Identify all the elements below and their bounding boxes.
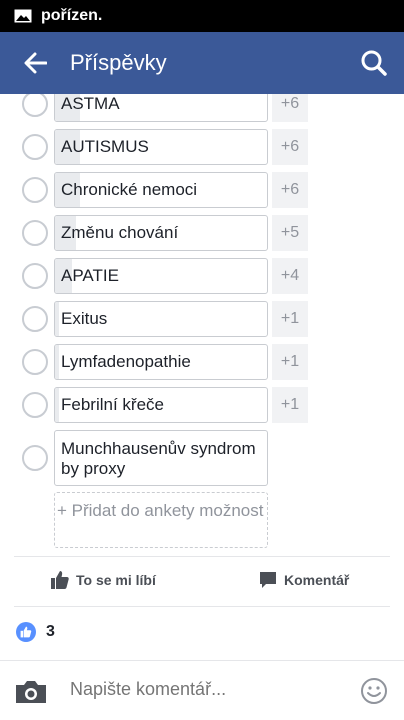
search-icon: [361, 50, 387, 76]
poll-option-vote-count[interactable]: +1: [272, 344, 308, 380]
poll-option-label: Změnu chování: [61, 223, 179, 242]
poll-option-vote-count[interactable]: +5: [272, 215, 308, 251]
poll-option-bar[interactable]: Exitus: [54, 301, 268, 337]
poll-option-vote-count[interactable]: +6: [272, 94, 308, 122]
poll-option[interactable]: Chronické nemoci +6: [0, 172, 404, 208]
poll-option[interactable]: Febrilní křeče +1: [0, 387, 404, 423]
poll-option-radio[interactable]: [22, 349, 48, 375]
poll-option[interactable]: Munchhausenův syndrom by proxy: [0, 430, 404, 486]
poll-option[interactable]: Změnu chování +5: [0, 215, 404, 251]
poll-option-radio[interactable]: [22, 392, 48, 418]
poll-option-vote-fill: [55, 302, 60, 336]
reaction-count: 3: [46, 623, 55, 640]
status-notification-text: pořízen.: [41, 7, 103, 24]
poll-option-label: Lymfadenopathie: [61, 352, 191, 371]
divider: [14, 606, 390, 607]
poll: ASTMA +6 AUTISMUS +6 Chronické nemoci +6 Změnu…: [0, 94, 404, 556]
poll-option-label: ASTMA: [61, 94, 120, 113]
poll-option-bar[interactable]: APATIE: [54, 258, 268, 294]
poll-option-label: Exitus: [61, 309, 108, 328]
poll-option-vote-count[interactable]: +6: [272, 129, 308, 165]
thumbs-up-icon: [51, 571, 69, 589]
app-bar: Příspěvky: [0, 32, 404, 94]
comment-label: Komentář: [284, 572, 350, 588]
camera-icon: [16, 681, 46, 703]
poll-option-bar[interactable]: ASTMA: [54, 94, 268, 122]
like-label: To se mi líbí: [76, 572, 156, 588]
poll-option-vote-count[interactable]: +6: [272, 172, 308, 208]
poll-option[interactable]: Lymfadenopathie +1: [0, 344, 404, 380]
poll-option-bar[interactable]: Lymfadenopathie: [54, 344, 268, 380]
emoji-button[interactable]: [360, 677, 388, 710]
comment-button[interactable]: Komentář: [258, 570, 349, 590]
poll-option-radio[interactable]: [22, 134, 48, 160]
page-title: Příspěvky: [70, 50, 167, 75]
back-arrow-icon: [24, 52, 47, 74]
poll-option-vote-count[interactable]: +1: [272, 387, 308, 423]
comment-icon: [260, 572, 276, 588]
divider: [14, 556, 390, 557]
post-actions: To se mi líbí Komentář: [0, 558, 404, 604]
poll-option-bar[interactable]: Chronické nemoci: [54, 172, 268, 208]
poll-option-vote-count[interactable]: +4: [272, 258, 308, 294]
comment-bar: [0, 660, 404, 720]
comment-input[interactable]: [70, 679, 340, 700]
search-button[interactable]: [344, 32, 404, 94]
back-button[interactable]: [0, 32, 70, 94]
like-reaction-icon: [16, 622, 36, 642]
poll-option-bar[interactable]: Změnu chování: [54, 215, 268, 251]
poll-option-label: AUTISMUS: [61, 137, 149, 156]
status-bar: pořízen.: [0, 0, 404, 32]
poll-option-radio[interactable]: [22, 263, 48, 289]
reactions-summary[interactable]: 3: [0, 608, 404, 656]
image-notification-icon: [14, 9, 32, 23]
poll-option[interactable]: APATIE +4: [0, 258, 404, 294]
smiley-icon: [361, 678, 387, 704]
poll-option-vote-fill: [55, 345, 60, 379]
poll-option-label: APATIE: [61, 266, 119, 285]
add-poll-option-button[interactable]: + Přidat do ankety možnost: [54, 492, 268, 548]
poll-option-radio[interactable]: [22, 445, 48, 471]
poll-option[interactable]: AUTISMUS +6: [0, 129, 404, 165]
poll-option-radio[interactable]: [22, 220, 48, 246]
camera-button[interactable]: [14, 679, 48, 710]
poll-option-label: Munchhausenův syndrom by proxy: [61, 439, 256, 478]
poll-option-label: Chronické nemoci: [61, 180, 198, 199]
poll-option-bar[interactable]: Munchhausenův syndrom by proxy: [54, 430, 268, 486]
poll-option-label: Febrilní křeče: [61, 395, 164, 414]
poll-option-radio[interactable]: [22, 94, 48, 117]
poll-option-radio[interactable]: [22, 306, 48, 332]
poll-option-vote-count[interactable]: +1: [272, 301, 308, 337]
poll-option-bar[interactable]: Febrilní křeče: [54, 387, 268, 423]
poll-option-radio[interactable]: [22, 177, 48, 203]
like-button[interactable]: To se mi líbí: [50, 570, 156, 590]
poll-option-bar[interactable]: AUTISMUS: [54, 129, 268, 165]
poll-option[interactable]: Exitus +1: [0, 301, 404, 337]
poll-option-vote-fill: [55, 388, 60, 422]
poll-option[interactable]: ASTMA +6: [0, 94, 404, 122]
